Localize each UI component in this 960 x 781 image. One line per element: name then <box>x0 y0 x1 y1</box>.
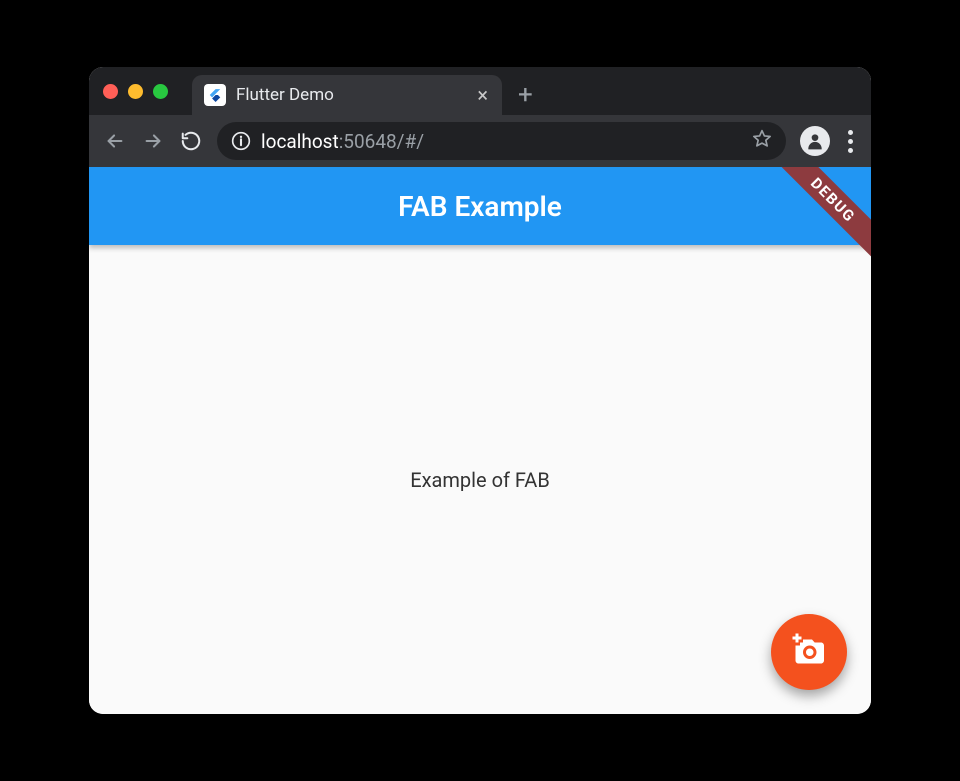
profile-avatar-button[interactable] <box>800 126 830 156</box>
browser-menu-button[interactable] <box>844 130 857 153</box>
body-center-text: Example of FAB <box>89 245 871 714</box>
window-zoom-button[interactable] <box>153 84 168 99</box>
site-info-icon[interactable] <box>231 131 251 151</box>
browser-window: Flutter Demo × + localhost:50648/#/ <box>89 67 871 714</box>
tab-title: Flutter Demo <box>236 85 467 105</box>
reload-button[interactable] <box>179 129 203 153</box>
window-traffic-lights <box>103 84 168 99</box>
add-a-photo-icon <box>791 632 827 672</box>
app-bar: FAB Example <box>89 167 871 245</box>
app-bar-title: FAB Example <box>398 190 562 223</box>
close-tab-icon[interactable]: × <box>477 85 488 105</box>
window-minimize-button[interactable] <box>128 84 143 99</box>
window-close-button[interactable] <box>103 84 118 99</box>
back-button[interactable] <box>103 129 127 153</box>
browser-tab-active[interactable]: Flutter Demo × <box>192 75 502 115</box>
bookmark-star-icon[interactable] <box>752 129 772 153</box>
url-host: localhost <box>261 130 339 153</box>
floating-action-button[interactable] <box>771 614 847 690</box>
address-bar[interactable]: localhost:50648/#/ <box>217 122 786 160</box>
browser-toolbar: localhost:50648/#/ <box>89 115 871 167</box>
body-label: Example of FAB <box>410 468 550 492</box>
new-tab-button[interactable]: + <box>518 82 533 108</box>
app-viewport: FAB Example DEBUG Example of FAB <box>89 167 871 714</box>
forward-button[interactable] <box>141 129 165 153</box>
flutter-favicon-icon <box>204 84 226 106</box>
tab-strip: Flutter Demo × + <box>89 67 871 115</box>
url-rest: :50648/#/ <box>339 130 424 153</box>
url-text: localhost:50648/#/ <box>261 130 424 153</box>
